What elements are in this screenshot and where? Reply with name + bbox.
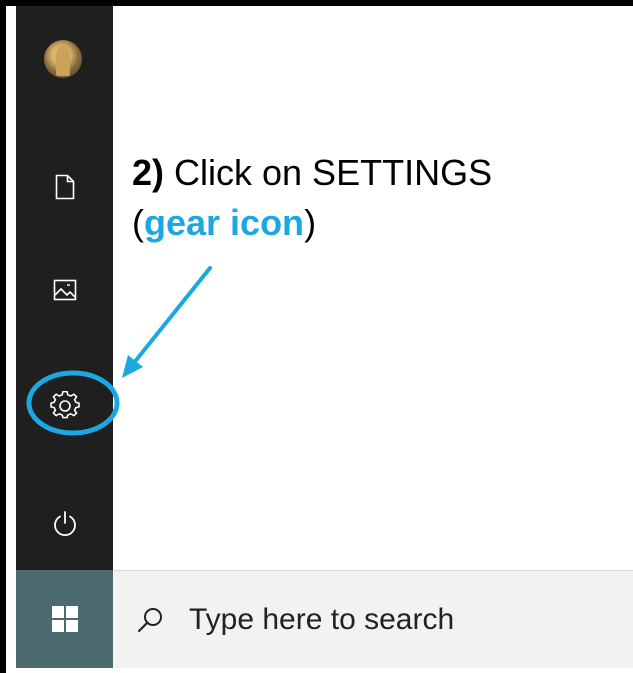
instruction-line-2: (gear icon) [132, 198, 492, 248]
search-icon [135, 605, 165, 635]
power-button[interactable] [16, 494, 113, 554]
user-avatar[interactable] [44, 40, 82, 78]
pictures-button[interactable] [16, 260, 113, 320]
left-margin [6, 6, 16, 673]
power-icon [53, 511, 76, 537]
windows-logo-icon [51, 606, 78, 632]
instruction-text: Click on SETTINGS [164, 152, 493, 193]
step-number: 2) [132, 152, 165, 193]
search-placeholder: Type here to search [189, 602, 455, 636]
gear-icon-highlight-text: gear icon [144, 202, 305, 243]
picture-icon [53, 279, 76, 301]
taskbar-search-box[interactable]: Type here to search [113, 570, 633, 668]
gear-icon [49, 391, 80, 419]
start-button[interactable] [16, 570, 113, 668]
instruction-annotation: 2) Click on SETTINGS (gear icon) [132, 148, 492, 248]
close-paren: ) [304, 202, 317, 243]
open-paren: ( [132, 202, 144, 243]
settings-button[interactable] [16, 376, 113, 436]
instruction-line-1: 2) Click on SETTINGS [132, 148, 492, 198]
start-menu-sidebar [16, 6, 113, 570]
document-icon [55, 174, 74, 200]
documents-button[interactable] [16, 157, 113, 217]
